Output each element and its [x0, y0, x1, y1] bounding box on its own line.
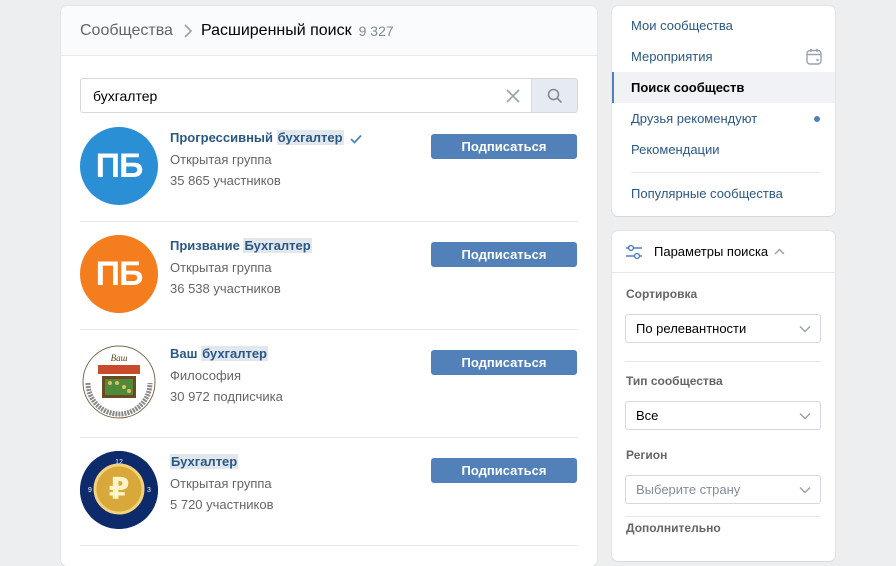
- search-results-panel: Сообщества Расширенный поиск 9 327 бухга…: [61, 6, 597, 566]
- nav-item-popular-communities[interactable]: Популярные сообщества: [612, 178, 835, 209]
- region-select[interactable]: Выберите страну: [625, 475, 821, 504]
- avatar[interactable]: Ваш: [80, 343, 158, 421]
- list-item: ₽ 12 9 3 Бухгалтер Открытая группа 5 720…: [80, 438, 578, 546]
- chevron-up-icon: [774, 248, 785, 255]
- subscribe-button[interactable]: Подписаться: [431, 134, 577, 159]
- community-type-label: Тип сообщества: [626, 374, 723, 388]
- list-item: ПБ Призвание Бухгалтер Открытая группа 3…: [80, 222, 578, 330]
- search-icon: [547, 88, 562, 103]
- avatar[interactable]: ПБ: [80, 127, 158, 205]
- svg-text:₽: ₽: [109, 472, 130, 507]
- sort-label: Сортировка: [626, 287, 698, 301]
- community-name-highlight: бухгалтер: [276, 130, 344, 145]
- nav-item-recommendations[interactable]: Рекомендации: [612, 134, 835, 165]
- community-name[interactable]: Бухгалтер: [170, 454, 239, 469]
- search-params-header[interactable]: Параметры поиска: [612, 231, 835, 273]
- avatar-logo-text: ПБ: [95, 146, 144, 185]
- additional-label: Дополнительно: [626, 521, 721, 535]
- filter-sliders-icon: [626, 244, 642, 259]
- avatar-logo-text: ПБ: [95, 254, 144, 293]
- svg-text:12: 12: [115, 459, 123, 466]
- breadcrumb-communities-link[interactable]: Сообщества: [80, 22, 173, 40]
- chevron-down-icon: [799, 412, 811, 420]
- community-members: 5 720 участников: [170, 497, 274, 512]
- nav-item-events[interactable]: Мероприятия: [612, 41, 835, 72]
- community-type: Философия: [170, 368, 241, 383]
- nav-item-label: Мероприятия: [631, 49, 713, 64]
- community-name-prefix: Призвание: [170, 238, 244, 253]
- sort-select[interactable]: По релевантности: [625, 314, 821, 343]
- search-button[interactable]: [531, 78, 578, 113]
- search-input-value: бухгалтер: [93, 87, 158, 104]
- community-type-select[interactable]: Все: [625, 401, 821, 430]
- avatar[interactable]: ₽ 12 9 3: [80, 451, 158, 529]
- region-label: Регион: [626, 448, 668, 462]
- community-type: Открытая группа: [170, 476, 272, 491]
- communities-nav: Мои сообщества Мероприятия Поиск сообщес…: [612, 6, 835, 216]
- search-params-panel: Параметры поиска Сортировка По релевантн…: [612, 231, 835, 561]
- divider: [625, 516, 821, 517]
- search-bar: бухгалтер: [80, 78, 578, 113]
- clear-icon[interactable]: [505, 88, 521, 104]
- verified-icon: [349, 134, 362, 144]
- chevron-right-icon: [184, 23, 193, 38]
- svg-text:3: 3: [147, 487, 151, 494]
- unread-dot: [814, 116, 820, 122]
- divider: [631, 172, 820, 173]
- list-item: Ваш Ваш бухгалтер Философия 30 972 подпи…: [80, 330, 578, 438]
- community-members: 36 538 участников: [170, 281, 281, 296]
- community-name-highlight: Бухгалтер: [243, 238, 312, 253]
- breadcrumb: Сообщества Расширенный поиск 9 327: [61, 6, 597, 56]
- search-params-title: Параметры поиска: [654, 244, 769, 259]
- avatar[interactable]: ПБ: [80, 235, 158, 313]
- region-select-placeholder: Выберите страну: [636, 482, 741, 497]
- nav-item-my-communities[interactable]: Мои сообщества: [612, 10, 835, 41]
- community-members: 30 972 подписчика: [170, 389, 283, 404]
- calendar-icon: [806, 48, 822, 65]
- ruble-coin-logo-icon: ₽ 12 9 3: [80, 451, 158, 529]
- results-count: 9 327: [358, 22, 394, 39]
- community-name-prefix: Ваш: [170, 346, 202, 361]
- list-item: ПБ Прогрессивный бухгалтер Открытая груп…: [80, 114, 578, 222]
- community-name[interactable]: Призвание Бухгалтер: [170, 238, 312, 253]
- subscribe-button[interactable]: Подписаться: [431, 458, 577, 483]
- divider: [625, 361, 821, 362]
- subscribe-button[interactable]: Подписаться: [431, 242, 577, 267]
- chevron-down-icon: [799, 325, 811, 333]
- chevron-down-icon: [799, 486, 811, 494]
- community-type: Открытая группа: [170, 152, 272, 167]
- nav-item-search-communities[interactable]: Поиск сообществ: [612, 72, 835, 103]
- search-input[interactable]: бухгалтер: [80, 78, 531, 113]
- abacus-logo-icon: Ваш: [82, 345, 156, 419]
- community-name-highlight: бухгалтер: [201, 346, 268, 361]
- nav-item-friends-recommend[interactable]: Друзья рекомендуют: [612, 103, 835, 134]
- svg-text:9: 9: [88, 487, 92, 494]
- community-name[interactable]: Прогрессивный бухгалтер: [170, 130, 362, 145]
- svg-text:Ваш: Ваш: [111, 353, 128, 363]
- page-title: Расширенный поиск: [200, 21, 352, 39]
- sort-select-value: По релевантности: [636, 321, 747, 336]
- nav-item-label: Друзья рекомендуют: [631, 111, 758, 126]
- community-type: Открытая группа: [170, 260, 272, 275]
- community-name[interactable]: Ваш бухгалтер: [170, 346, 268, 361]
- community-members: 35 865 участников: [170, 173, 281, 188]
- community-type-select-value: Все: [636, 408, 659, 423]
- community-name-highlight: Бухгалтер: [170, 454, 239, 469]
- subscribe-button[interactable]: Подписаться: [431, 350, 577, 375]
- community-name-prefix: Прогрессивный: [170, 130, 277, 145]
